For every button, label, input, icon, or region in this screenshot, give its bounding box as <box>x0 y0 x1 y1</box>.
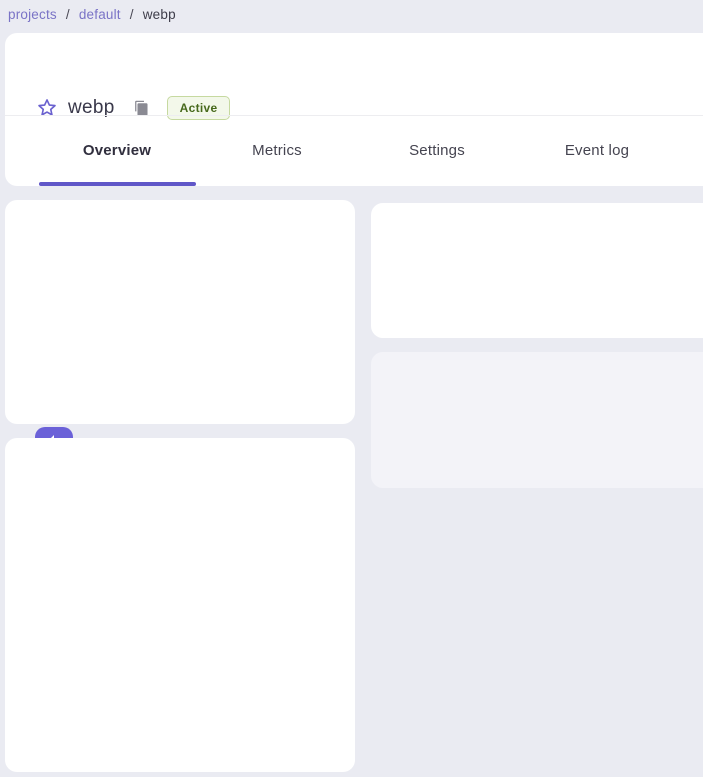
flag-details-card: Release toggle Project: default No descr… <box>5 200 355 424</box>
active-tab-indicator <box>39 182 196 186</box>
breadcrumb-separator: / <box>130 7 134 22</box>
tab-settings[interactable]: Settings <box>357 115 517 186</box>
breadcrumb: projects / default / webp <box>8 1 176 27</box>
feature-flag-page: projects / default / webp webp Active O <box>0 0 703 777</box>
breadcrumb-separator: / <box>66 7 70 22</box>
tab-overview[interactable]: Overview <box>37 115 197 186</box>
tab-event-log[interactable]: Event log <box>517 115 677 186</box>
tab-metrics[interactable]: Metrics <box>197 115 357 186</box>
breadcrumb-current: webp <box>143 7 176 22</box>
copy-icon <box>133 100 150 117</box>
tab-bar: Overview Metrics Settings Event log <box>37 115 677 186</box>
development-panel: development Add strategy <box>371 203 703 338</box>
breadcrumb-projects[interactable]: projects <box>8 7 57 22</box>
header-card: webp Active Overview Metrics Settings Ev… <box>5 33 703 186</box>
breadcrumb-default[interactable]: default <box>79 7 121 22</box>
environments-card: Enabled in environments (1) development … <box>5 438 355 772</box>
production-panel: production Disabled Add strategy <box>371 352 703 488</box>
